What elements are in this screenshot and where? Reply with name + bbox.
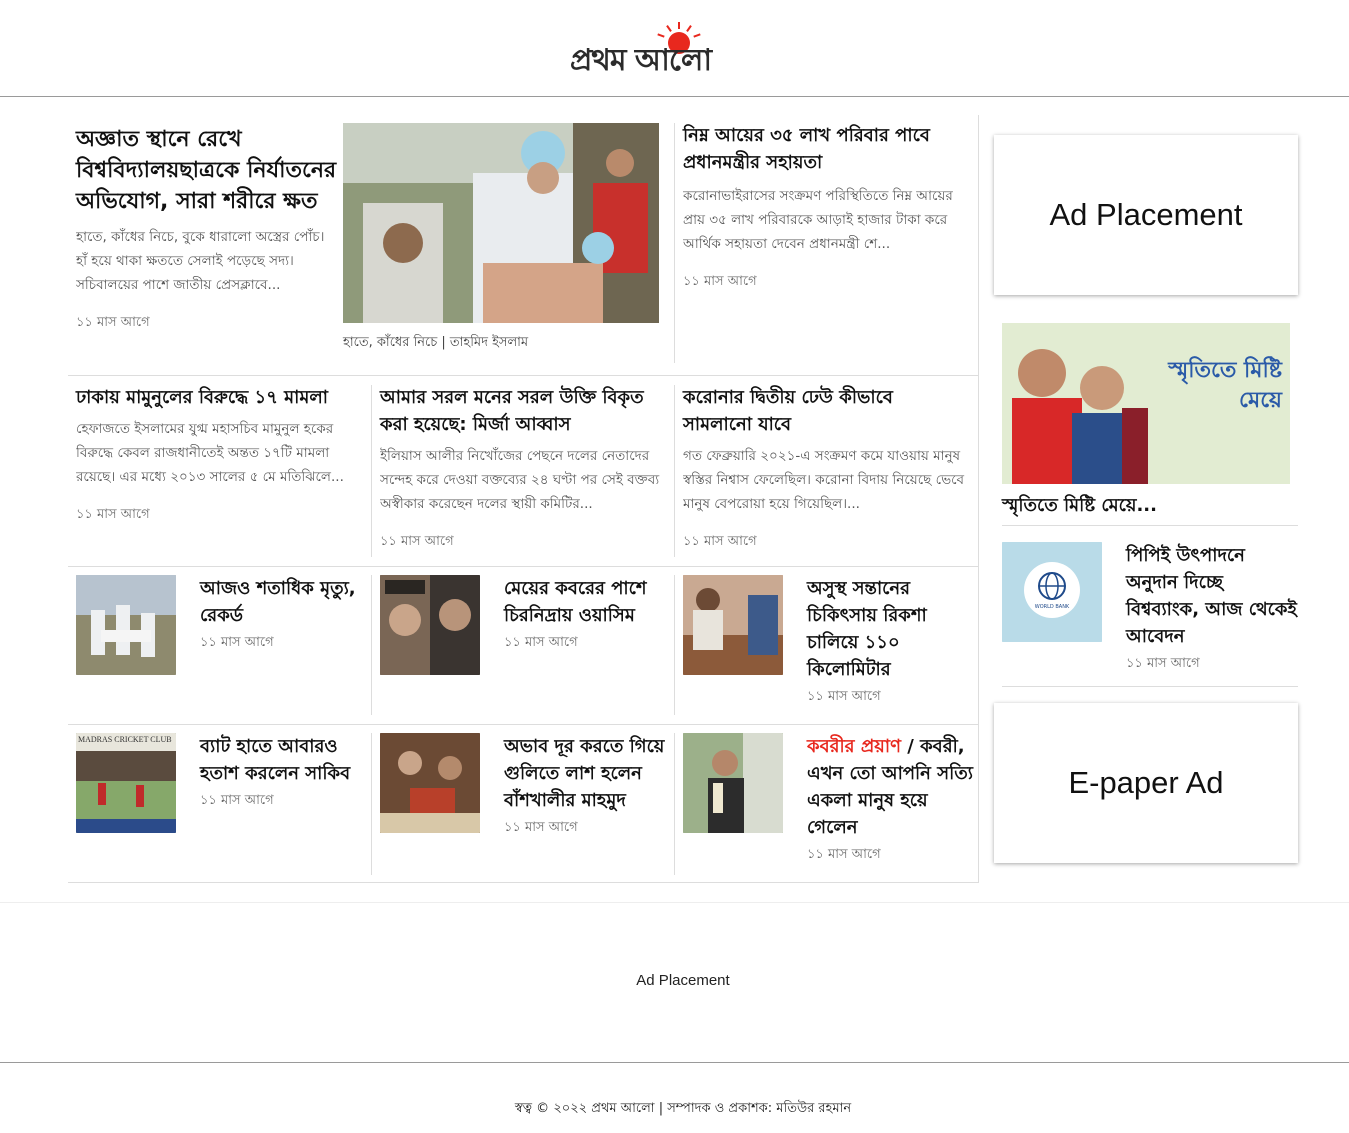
story-summary: গত ফেব্রুয়ারি ২০২১-এ সংক্রমণ কমে যাওয়া… bbox=[683, 448, 965, 512]
story-headline[interactable]: মেয়ের কবরের পাশে চিরনিদ্রায় ওয়াসিম bbox=[504, 575, 664, 629]
sidebar-divider bbox=[1002, 686, 1298, 687]
story-time: ১১ মাস আগে bbox=[200, 635, 274, 650]
column-divider bbox=[674, 123, 675, 363]
story-thumbnail[interactable] bbox=[683, 733, 783, 833]
story-thumbnail[interactable]: WORLD BANK bbox=[1002, 542, 1102, 642]
story-card[interactable]: অভাব দূর করতে গিয়ে গুলিতে লাশ হলেন বাঁশ… bbox=[504, 733, 668, 839]
top-right-summary: করোনাভাইরাসের সংক্রমণ পরিস্থিতিতে নিম্ন … bbox=[683, 188, 953, 252]
story-headline[interactable]: কবরীর প্রয়াণ / কবরী, এখন তো আপনি সত্যি … bbox=[807, 733, 973, 841]
epaper-ad[interactable]: E-paper Ad bbox=[994, 703, 1298, 863]
thumb-sign-text: MADRAS CRICKET CLUB bbox=[78, 735, 172, 744]
site-header: প্রথম আলো bbox=[0, 0, 1349, 97]
feature-title[interactable]: স্মৃতিতে মিষ্টি মেয়ে... bbox=[1002, 491, 1298, 522]
story-card[interactable]: কবরীর প্রয়াণ / কবরী, এখন তো আপনি সত্যি … bbox=[807, 733, 973, 866]
top-right-headline[interactable]: নিম্ন আয়ের ৩৫ লাখ পরিবার পাবে প্রধানমন্… bbox=[683, 122, 967, 176]
world-bank-logo-icon bbox=[1002, 542, 1102, 642]
story-time: ১১ মাস আগে bbox=[504, 635, 578, 650]
row-divider bbox=[68, 724, 978, 725]
sidebar-divider bbox=[1002, 525, 1298, 526]
lead-caption: হাতে, কাঁধের নিচে | তাহমিদ ইসলাম bbox=[343, 335, 529, 350]
story-card[interactable]: আজও শতাধিক মৃত্যু, রেকর্ড ১১ মাস আগে bbox=[200, 575, 360, 654]
story-card[interactable]: অসুস্থ সন্তানের চিকিৎসায় রিকশা চালিয়ে … bbox=[807, 575, 971, 708]
thumb-photo bbox=[683, 733, 783, 833]
thumb-photo bbox=[380, 733, 480, 833]
feature-image[interactable]: স্মৃতিতে মিষ্টি মেয়ে bbox=[1002, 323, 1290, 484]
story-time: ১১ মাস আগে bbox=[380, 534, 454, 549]
story-card[interactable]: ব্যাট হাতে আবারও হতাশ করলেন সাকিব ১১ মাস… bbox=[200, 733, 360, 812]
story-headline[interactable]: ঢাকায় মামুনুলের বিরুদ্ধে ১৭ মামলা bbox=[76, 384, 364, 411]
column-divider bbox=[978, 115, 979, 883]
story-time: ১১ মাস আগে bbox=[807, 847, 881, 862]
site-logo[interactable]: প্রথম আলো bbox=[570, 22, 790, 78]
logo-ray bbox=[686, 25, 692, 32]
column-divider bbox=[674, 385, 675, 557]
thumb-photo bbox=[683, 575, 783, 675]
lead-time: ১১ মাস আগে bbox=[76, 315, 150, 330]
story-card[interactable]: ঢাকায় মামুনুলের বিরুদ্ধে ১৭ মামলা হেফাজ… bbox=[76, 384, 364, 526]
story-card[interactable]: পিপিই উৎপাদনে অনুদান দিচ্ছে বিশ্বব্যাংক,… bbox=[1126, 542, 1298, 675]
top-right-time: ১১ মাস আগে bbox=[683, 274, 757, 289]
column-divider bbox=[674, 733, 675, 875]
logo-ray bbox=[666, 25, 672, 32]
logo-ray bbox=[678, 22, 680, 29]
feature-image-text: স্মৃতিতে মিষ্টি মেয়ে bbox=[1168, 357, 1282, 413]
story-headline[interactable]: আজও শতাধিক মৃত্যু, রেকর্ড bbox=[200, 575, 360, 629]
story-card[interactable]: করোনার দ্বিতীয় ঢেউ কীভাবে সামলানো যাবে … bbox=[683, 384, 967, 553]
site-footer: স্বত্ব © ২০২২ প্রথম আলো | সম্পাদক ও প্রক… bbox=[0, 1062, 1349, 1133]
story-headline[interactable]: করোনার দ্বিতীয় ঢেউ কীভাবে সামলানো যাবে bbox=[683, 384, 967, 438]
kicker-separator: / bbox=[900, 736, 921, 757]
lead-summary: হাতে, কাঁধের নিচে, বুকে ধারালো অস্ত্রের … bbox=[76, 229, 325, 293]
row-divider bbox=[68, 375, 978, 376]
footer-copyright: স্বত্ব © ২০২২ প্রথম আলো | সম্পাদক ও প্রক… bbox=[514, 1101, 852, 1116]
lead-photo bbox=[343, 123, 659, 323]
bottom-ad-placement[interactable]: Ad Placement bbox=[0, 972, 1349, 989]
lead-image[interactable] bbox=[343, 123, 659, 323]
story-thumbnail[interactable] bbox=[683, 575, 783, 675]
column-divider bbox=[674, 575, 675, 715]
story-thumbnail[interactable]: MADRAS CRICKET CLUB bbox=[76, 733, 176, 833]
sidebar-ad-placement[interactable]: Ad Placement bbox=[994, 135, 1298, 295]
story-time: ১১ মাস আগে bbox=[76, 507, 150, 522]
story-headline[interactable]: আমার সরল মনের সরল উক্তি বিকৃত করা হয়েছে… bbox=[380, 384, 664, 438]
story-headline[interactable]: পিপিই উৎপাদনে অনুদান দিচ্ছে বিশ্বব্যাংক,… bbox=[1126, 542, 1298, 650]
story-card[interactable]: মেয়ের কবরের পাশে চিরনিদ্রায় ওয়াসিম ১১… bbox=[504, 575, 664, 654]
story-time: ১১ মাস আগে bbox=[504, 820, 578, 835]
story-time: ১১ মাস আগে bbox=[807, 689, 881, 704]
story-time: ১১ মাস আগে bbox=[200, 793, 274, 808]
thumb-photo bbox=[76, 575, 176, 675]
top-right-story[interactable]: নিম্ন আয়ের ৩৫ লাখ পরিবার পাবে প্রধানমন্… bbox=[683, 122, 967, 293]
column-divider bbox=[371, 385, 372, 557]
story-thumbnail[interactable] bbox=[380, 575, 480, 675]
story-time: ১১ মাস আগে bbox=[683, 534, 757, 549]
story-headline[interactable]: অসুস্থ সন্তানের চিকিৎসায় রিকশা চালিয়ে … bbox=[807, 575, 971, 683]
thumb-photo bbox=[76, 733, 176, 833]
lead-headline[interactable]: অজ্ঞাত স্থানে রেখে বিশ্ববিদ্যালয়ছাত্রকে… bbox=[76, 124, 338, 217]
story-kicker[interactable]: কবরীর প্রয়াণ bbox=[807, 736, 901, 757]
column-divider bbox=[371, 733, 372, 875]
story-thumbnail[interactable] bbox=[76, 575, 176, 675]
row-divider bbox=[68, 882, 978, 883]
story-headline[interactable]: ব্যাট হাতে আবারও হতাশ করলেন সাকিব bbox=[200, 733, 360, 787]
story-time: ১১ মাস আগে bbox=[1126, 656, 1200, 671]
story-thumbnail[interactable] bbox=[380, 733, 480, 833]
logo-wordmark: প্রথম আলো bbox=[570, 43, 712, 78]
column-divider bbox=[371, 575, 372, 715]
story-headline[interactable]: অভাব দূর করতে গিয়ে গুলিতে লাশ হলেন বাঁশ… bbox=[504, 733, 668, 814]
story-summary: ইলিয়াস আলীর নিখোঁজের পেছনে দলের নেতাদের… bbox=[380, 448, 660, 512]
section-divider bbox=[0, 902, 1349, 903]
thumb-photo bbox=[380, 575, 480, 675]
lead-story[interactable]: অজ্ঞাত স্থানে রেখে বিশ্ববিদ্যালয়ছাত্রকে… bbox=[76, 124, 338, 334]
logo-caption: WORLD BANK bbox=[1034, 604, 1070, 610]
row-divider bbox=[68, 566, 978, 567]
story-card[interactable]: আমার সরল মনের সরল উক্তি বিকৃত করা হয়েছে… bbox=[380, 384, 664, 553]
story-summary: হেফাজতে ইসলামের যুগ্ম মহাসচিব মামুনুল হক… bbox=[76, 421, 344, 485]
